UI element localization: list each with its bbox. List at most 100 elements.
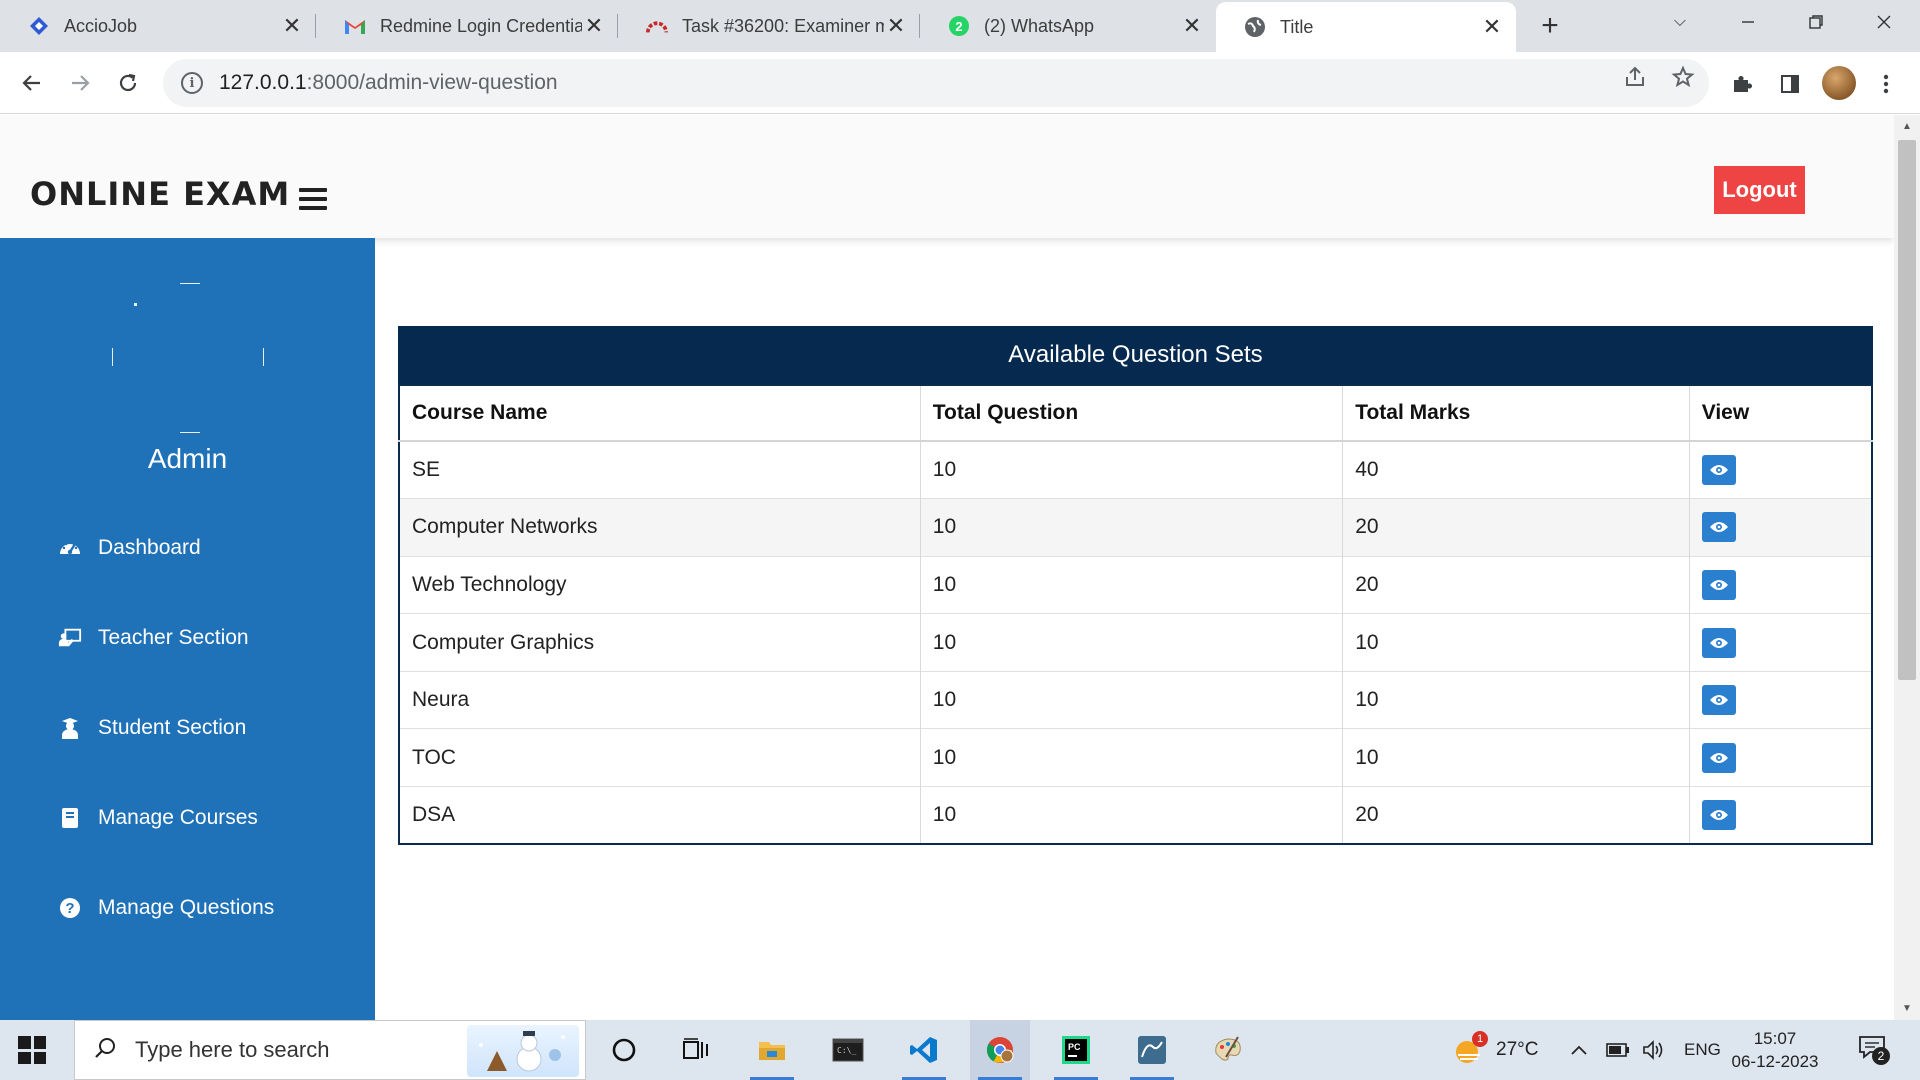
eye-icon <box>1709 522 1728 533</box>
hamburger-menu-icon[interactable] <box>299 188 327 210</box>
share-icon[interactable] <box>1622 64 1648 90</box>
clock-time: 15:07 <box>1753 1029 1797 1048</box>
page-scrollbar[interactable]: ▲ ▼ <box>1894 115 1920 1020</box>
site-info-icon[interactable]: i <box>181 72 203 94</box>
new-tab-plus-icon[interactable]: + <box>1532 8 1568 44</box>
sidebar-item-manage-courses[interactable]: Manage Courses <box>58 806 258 830</box>
total-question-cell: 10 <box>920 440 1344 499</box>
sidebar-item-dashboard[interactable]: Dashboard <box>58 536 201 560</box>
total-marks-cell: 10 <box>1342 728 1690 787</box>
table-header-row: Course Name Total Question Total Marks V… <box>399 385 1872 442</box>
sidebar: Admin Dashboard Teacher Section Student … <box>0 238 375 1020</box>
chrome-icon[interactable] <box>970 1020 1030 1080</box>
course-name-cell: Web Technology <box>399 555 921 614</box>
notification-count-badge: 2 <box>1872 1047 1890 1065</box>
admin-username: Admin <box>147 443 228 474</box>
scroll-up-arrow-icon[interactable]: ▲ <box>1894 121 1920 132</box>
sidebar-item-label: Student Section <box>98 716 247 739</box>
course-name-cell: Neura <box>399 670 921 729</box>
close-window-icon[interactable] <box>1854 0 1914 44</box>
browser-tab-redmine-task[interactable]: Task #36200: Examiner m ✕ <box>618 0 920 52</box>
browser-menu-kebab-icon[interactable] <box>1872 70 1900 98</box>
total-marks-cell: 20 <box>1342 498 1690 557</box>
weather-alert-badge: 1 <box>1472 1031 1488 1047</box>
course-name-cell: Computer Graphics <box>399 613 921 672</box>
sidebar-item-student-section[interactable]: Student Section <box>58 716 246 740</box>
clock-date: 06-12-2023 <box>1731 1052 1819 1071</box>
total-question-cell: 10 <box>920 498 1344 557</box>
close-tab-icon[interactable]: ✕ <box>582 13 606 39</box>
vscode-icon[interactable] <box>894 1020 954 1080</box>
close-tab-icon[interactable]: ✕ <box>1480 14 1504 40</box>
view-button[interactable] <box>1701 742 1736 773</box>
temperature-label: 27°C <box>1496 1039 1539 1060</box>
weather-sun-icon: 1 <box>1452 1031 1488 1067</box>
browser-tab-title-active[interactable]: Title ✕ <box>1216 2 1516 52</box>
sidebar-item-label: Manage Questions <box>98 896 275 919</box>
sidebar-item-teacher-section[interactable]: Teacher Section <box>58 626 249 650</box>
view-button[interactable] <box>1701 800 1736 831</box>
view-button[interactable] <box>1701 512 1736 543</box>
minimize-window-icon[interactable] <box>1718 0 1778 44</box>
view-button[interactable] <box>1701 455 1736 486</box>
course-name-cell: DSA <box>399 786 921 845</box>
file-explorer-icon[interactable] <box>742 1020 802 1080</box>
logout-button[interactable]: Logout <box>1714 166 1805 214</box>
battery-icon[interactable] <box>1606 1020 1630 1080</box>
scroll-down-arrow-icon[interactable]: ▼ <box>1894 1003 1920 1014</box>
view-button[interactable] <box>1701 627 1736 658</box>
question-sets-table: Available Question Sets Course Name Tota… <box>398 326 1873 846</box>
sidebar-item-label: Dashboard <box>98 536 201 559</box>
browser-tab-acciojob[interactable]: AccioJob ✕ <box>0 0 316 52</box>
table-row: Web Technology 10 20 <box>399 555 1872 614</box>
svg-text:?: ? <box>65 900 74 917</box>
taskbar-search-box[interactable]: Type here to search <box>74 1020 586 1080</box>
forward-arrow-icon[interactable] <box>62 65 98 101</box>
total-question-cell: 10 <box>920 555 1344 614</box>
search-highlight-snowman-image <box>467 1025 579 1077</box>
reload-icon[interactable] <box>110 65 146 101</box>
profile-avatar[interactable] <box>1822 66 1856 100</box>
table-row: Computer Graphics 10 10 <box>399 613 1872 672</box>
volume-icon[interactable] <box>1642 1020 1666 1080</box>
cortana-circle-icon[interactable] <box>594 1020 654 1080</box>
table-row: Computer Networks 10 20 <box>399 498 1872 557</box>
course-name-cell: Computer Networks <box>399 498 921 557</box>
bookmark-star-icon[interactable] <box>1670 64 1696 90</box>
language-indicator[interactable]: ENG <box>1684 1020 1721 1080</box>
eye-icon <box>1709 579 1728 590</box>
scrollbar-thumb[interactable] <box>1898 140 1916 680</box>
show-hidden-icons-chevron-icon[interactable] <box>1570 1020 1588 1080</box>
notification-center-icon[interactable]: 2 <box>1858 1020 1890 1080</box>
windows-start-icon[interactable] <box>18 1036 46 1064</box>
weather-widget[interactable]: 1 27°C <box>1452 1020 1538 1080</box>
total-question-cell: 10 <box>920 786 1344 845</box>
course-name-cell: SE <box>399 440 921 499</box>
close-tab-icon[interactable]: ✕ <box>1180 13 1204 39</box>
view-button[interactable] <box>1701 685 1736 716</box>
sidebar-item-label: Teacher Section <box>98 626 249 649</box>
mysql-workbench-icon[interactable] <box>1122 1020 1182 1080</box>
close-tab-icon[interactable]: ✕ <box>280 13 304 39</box>
browser-tab-whatsapp[interactable]: 2 (2) WhatsApp ✕ <box>920 0 1216 52</box>
total-question-cell: 10 <box>920 728 1344 787</box>
restore-window-icon[interactable] <box>1786 0 1846 44</box>
extensions-puzzle-icon[interactable] <box>1728 70 1756 98</box>
table-row: TOC 10 10 <box>399 728 1872 787</box>
eye-icon <box>1709 752 1728 763</box>
close-tab-icon[interactable]: ✕ <box>884 13 908 39</box>
pycharm-icon[interactable]: PC <box>1046 1020 1106 1080</box>
terminal-icon[interactable]: C:\_ <box>818 1020 878 1080</box>
view-button[interactable] <box>1701 569 1736 600</box>
paint-palette-icon[interactable] <box>1198 1020 1258 1080</box>
task-view-icon[interactable] <box>666 1020 726 1080</box>
sidebar-item-manage-questions[interactable]: ? Manage Questions <box>58 896 274 920</box>
address-bar[interactable]: i 127.0.0.1:8000/admin-view-question <box>163 59 1709 107</box>
total-marks-cell: 10 <box>1342 670 1690 729</box>
tab-search-chevron-icon[interactable]: ⌵ <box>1650 0 1710 44</box>
side-panel-icon[interactable] <box>1776 70 1804 98</box>
main-content: Available Question Sets Course Name Tota… <box>398 326 1873 846</box>
taskbar-clock[interactable]: 15:07 06-12-2023 <box>1730 1027 1820 1073</box>
back-arrow-icon[interactable] <box>14 65 50 101</box>
browser-tab-redmine-gmail[interactable]: Redmine Login Credentia ✕ <box>316 0 618 52</box>
